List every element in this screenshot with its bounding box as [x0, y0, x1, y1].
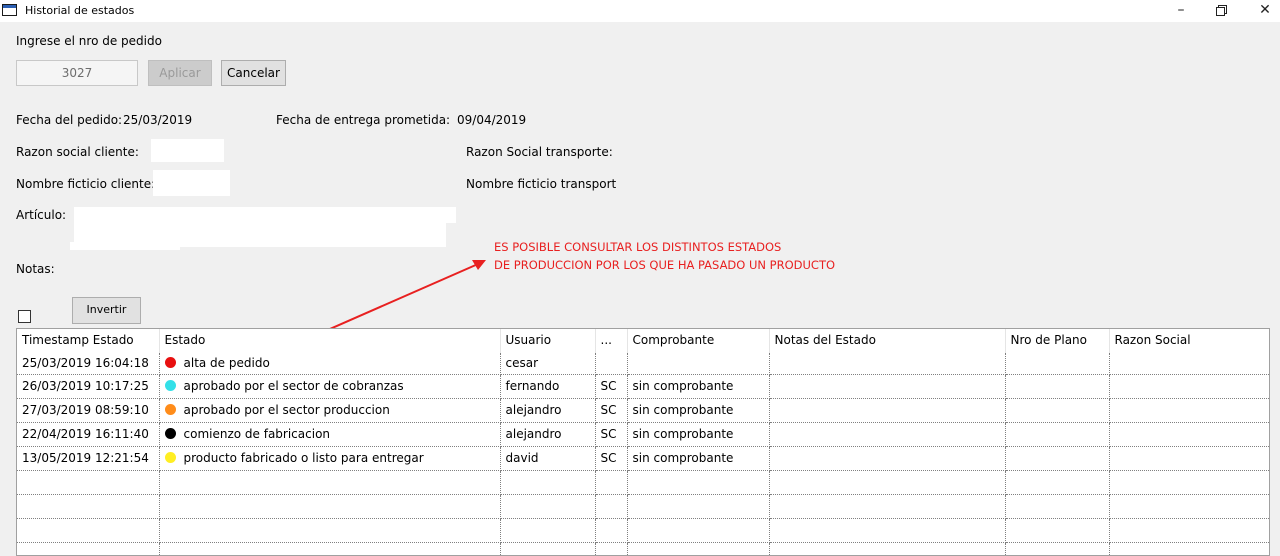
title-bar: Historial de estados – ✕	[0, 0, 1280, 22]
nombre-ficticio-cliente-field	[153, 170, 230, 196]
cell-estado-text: aprobado por el sector de cobranzas	[183, 379, 404, 393]
order-prompt-label: Ingrese el nro de pedido	[16, 34, 162, 48]
column-header-code[interactable]: ...	[595, 329, 628, 353]
cell-plano	[1005, 446, 1110, 471]
column-header-comprobante[interactable]: Comprobante	[627, 329, 770, 353]
cell-estado-text: aprobado por el sector produccion	[183, 403, 390, 417]
column-header-estado[interactable]: Estado	[159, 329, 501, 353]
articulo-field	[74, 207, 456, 223]
cell-timestamp: 22/04/2019 16:11:40	[17, 422, 160, 447]
cell-notas	[769, 422, 1006, 447]
grid-header-row: Timestamp Estado Estado Usuario ... Comp…	[17, 329, 1269, 353]
cell-razon-social	[1109, 398, 1269, 423]
cell-notas	[769, 398, 1006, 423]
cell-notas	[769, 353, 1006, 375]
cell-timestamp: 26/03/2019 10:17:25	[17, 374, 160, 399]
cell-comprobante: sin comprobante	[627, 374, 770, 399]
column-header-notas[interactable]: Notas del Estado	[769, 329, 1006, 353]
cell-estado: alta de pedido	[159, 353, 501, 375]
close-icon[interactable]: ✕	[1242, 0, 1280, 22]
status-dot-icon	[164, 428, 176, 439]
annotation-line-1: ES POSIBLE CONSULTAR LOS DISTINTOS ESTAD…	[494, 240, 782, 254]
fecha-pedido-value: 25/03/2019	[123, 113, 193, 127]
articulo-label: Artículo:	[16, 208, 67, 222]
annotation-text: ES POSIBLE CONSULTAR LOS DISTINTOS ESTAD…	[494, 238, 835, 274]
cell-comprobante: sin comprobante	[627, 398, 770, 423]
cell-estado: aprobado por el sector produccion	[159, 398, 501, 423]
notas-label: Notas:	[16, 262, 55, 276]
cell-plano	[1005, 374, 1110, 399]
window-title: Historial de estados	[25, 4, 135, 17]
empty-row[interactable]	[17, 470, 1269, 495]
cell-plano	[1005, 398, 1110, 423]
table-row[interactable]: 22/04/2019 16:11:40 comienzo de fabricac…	[17, 422, 1269, 447]
cell-plano	[1005, 422, 1110, 447]
cell-plano	[1005, 353, 1110, 375]
status-dot-icon	[164, 404, 176, 415]
annotation-line-2: DE PRODUCCION POR LOS QUE HA PASADO UN P…	[494, 258, 836, 272]
table-row[interactable]: 26/03/2019 10:17:25 aprobado por el sect…	[17, 374, 1269, 399]
razon-social-cliente-field	[151, 139, 224, 162]
column-header-timestamp[interactable]: Timestamp Estado	[17, 329, 160, 353]
nombre-ficticio-transporte-label: Nombre ficticio transport	[466, 177, 617, 191]
cell-razon-social	[1109, 422, 1269, 447]
cell-usuario: alejandro	[500, 398, 596, 423]
table-row[interactable]: 27/03/2019 08:59:10 aprobado por el sect…	[17, 398, 1269, 423]
cell-usuario: cesar	[500, 353, 596, 375]
status-dot-icon	[164, 452, 176, 463]
empty-row[interactable]	[17, 542, 1269, 555]
cell-usuario: fernando	[500, 374, 596, 399]
status-dot-icon	[164, 357, 176, 369]
column-header-usuario[interactable]: Usuario	[500, 329, 596, 353]
states-grid[interactable]: Timestamp Estado Estado Usuario ... Comp…	[16, 328, 1270, 556]
fecha-entrega-value: 09/04/2019	[457, 113, 527, 127]
cell-estado-text: alta de pedido	[183, 356, 270, 371]
cell-code: SC	[595, 398, 628, 423]
window-icon	[2, 4, 17, 16]
cell-usuario: alejandro	[500, 422, 596, 447]
cell-timestamp: 25/03/2019 16:04:18	[17, 353, 160, 375]
razon-social-cliente-label: Razon social cliente:	[16, 145, 139, 159]
cell-razon-social	[1109, 446, 1269, 471]
fecha-pedido-label: Fecha del pedido:	[16, 113, 123, 127]
fecha-entrega-label: Fecha de entrega prometida:	[276, 113, 451, 127]
invert-button[interactable]: Invertir	[72, 297, 141, 324]
empty-row[interactable]	[17, 494, 1269, 519]
cell-code: SC	[595, 446, 628, 471]
cell-code: SC	[595, 374, 628, 399]
column-header-razon-social[interactable]: Razon Social	[1109, 329, 1269, 353]
cell-timestamp: 13/05/2019 12:21:54	[17, 446, 160, 471]
razon-social-transporte-label: Razon Social transporte:	[466, 145, 613, 159]
apply-button[interactable]: Aplicar	[148, 60, 212, 86]
cell-estado-text: producto fabricado o listo para entregar	[183, 451, 424, 465]
empty-row[interactable]	[17, 518, 1269, 543]
cell-estado-text: comienzo de fabricacion	[183, 427, 331, 441]
cancel-button[interactable]: Cancelar	[221, 60, 286, 86]
cell-code	[595, 353, 628, 375]
cell-timestamp: 27/03/2019 08:59:10	[17, 398, 160, 423]
cell-estado: comienzo de fabricacion	[159, 422, 501, 447]
cell-estado: producto fabricado o listo para entregar	[159, 446, 501, 471]
cell-notas	[769, 374, 1006, 399]
table-row[interactable]: 13/05/2019 12:21:54 producto fabricado o…	[17, 446, 1269, 471]
order-number-input[interactable]: 3027	[16, 60, 138, 86]
articulo-field-line3	[70, 242, 180, 250]
cell-razon-social	[1109, 353, 1269, 375]
cell-comprobante	[627, 353, 770, 375]
status-dot-icon	[164, 380, 176, 391]
nombre-ficticio-cliente-label: Nombre ficticio cliente:	[16, 177, 156, 191]
table-row[interactable]: 25/03/2019 16:04:18 alta de pedido cesar	[17, 353, 1269, 375]
cell-notas	[769, 446, 1006, 471]
cell-comprobante: sin comprobante	[627, 422, 770, 447]
cell-comprobante: sin comprobante	[627, 446, 770, 471]
cell-estado: aprobado por el sector de cobranzas	[159, 374, 501, 399]
restore-icon[interactable]	[1198, 0, 1244, 22]
cell-code: SC	[595, 422, 628, 447]
column-header-plano[interactable]: Nro de Plano	[1005, 329, 1110, 353]
cell-usuario: david	[500, 446, 596, 471]
cell-razon-social	[1109, 374, 1269, 399]
select-all-checkbox[interactable]	[18, 310, 31, 323]
